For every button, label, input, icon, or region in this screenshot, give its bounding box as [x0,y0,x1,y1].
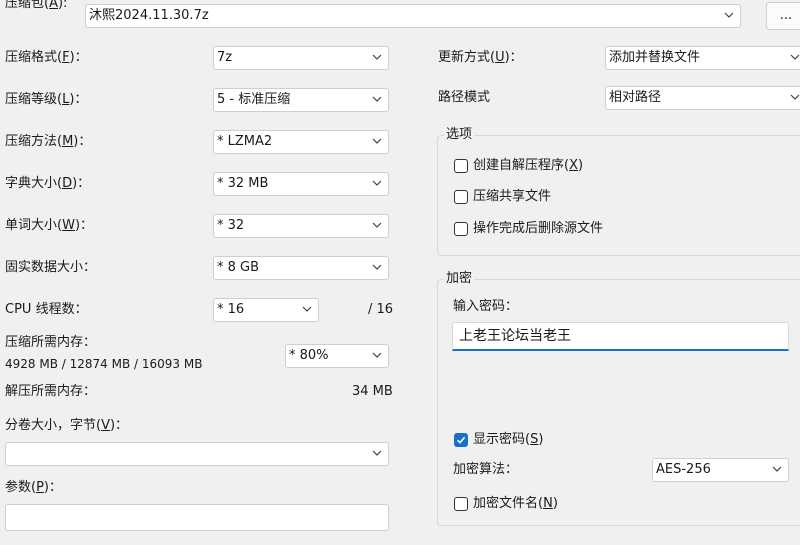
format-select[interactable]: 7z [213,46,389,70]
threads-label: CPU 线程数： [5,302,88,317]
chevron-down-icon[interactable] [790,52,800,62]
delete-source-label[interactable]: 操作完成后删除源文件 [473,220,603,238]
archive-label: 压缩包(A): [5,0,68,11]
dict-value: * 32 MB [217,176,269,191]
chevron-down-icon[interactable] [372,136,382,146]
encryption-title: 加密 [444,271,475,287]
mem-decompress-label: 解压所需内存： [5,384,97,399]
solid-value: * 8 GB [217,260,260,275]
browse-button[interactable]: ... [766,2,800,30]
solid-label: 固实数据大小： [5,260,97,275]
dict-select[interactable]: * 32 MB [213,172,389,196]
options-title: 选项 [444,127,475,143]
level-label: 压缩等级(L)： [5,92,88,107]
word-select[interactable]: * 32 [213,214,389,238]
update-select[interactable]: 添加并替换文件 [605,46,800,70]
threads-value: * 16 [217,302,245,317]
level-select[interactable]: 5 - 标准压缩 [213,88,389,112]
update-label: 更新方式(U)： [438,50,523,65]
format-label: 压缩格式(F)： [5,50,88,65]
encrypt-names-checkbox[interactable] [454,497,468,511]
shared-files-label[interactable]: 压缩共享文件 [473,188,551,206]
checkmark-icon [456,436,466,444]
show-password-label[interactable]: 显示密码(S) [473,431,543,449]
dict-label: 字典大小(D)： [5,176,91,191]
params-input[interactable] [5,504,389,531]
mem-percent-select[interactable]: * 80% [285,344,389,368]
path-mode-value: 相对路径 [609,90,662,105]
shared-files-checkbox[interactable] [454,190,468,204]
method-select[interactable]: * LZMA2 [213,130,389,154]
mem-decompress-value: 34 MB [352,384,393,399]
volume-combobox[interactable] [5,442,389,466]
method-label: 压缩方法(M)： [5,134,92,149]
sfx-checkbox[interactable] [454,159,468,173]
params-label: 参数(P)： [5,480,62,495]
chevron-down-icon[interactable] [372,94,382,104]
chevron-down-icon[interactable] [772,464,782,474]
encrypt-names-label[interactable]: 加密文件名(N) [473,495,558,513]
mem-compress-label: 压缩所需内存： [5,335,97,350]
password-input[interactable]: 上老王论坛当老王 [452,322,789,351]
word-label: 单词大小(W)： [5,218,94,233]
update-value: 添加并替换文件 [609,50,701,65]
archive-path-value: 沐熙2024.11.30.7z [89,8,209,23]
mem-compress-detail: 4928 MB / 12874 MB / 16093 MB [5,357,203,371]
chevron-down-icon[interactable] [372,448,382,458]
chevron-down-icon[interactable] [724,10,734,20]
show-password-checkbox[interactable] [454,433,468,447]
level-value: 5 - 标准压缩 [217,92,291,107]
archive-path-combobox[interactable]: 沐熙2024.11.30.7z [85,4,741,28]
volume-label: 分卷大小，字节(V)： [5,418,129,433]
chevron-down-icon[interactable] [790,92,800,102]
encrypt-method-label: 加密算法： [453,462,519,477]
encrypt-method-select[interactable]: AES-256 [652,458,789,482]
sfx-label[interactable]: 创建自解压程序(X) [473,157,583,175]
encrypt-method-value: AES-256 [656,462,711,477]
delete-source-checkbox[interactable] [454,222,468,236]
chevron-down-icon[interactable] [372,178,382,188]
password-label: 输入密码： [453,299,519,314]
path-mode-select[interactable]: 相对路径 [605,86,800,110]
chevron-down-icon[interactable] [302,304,312,314]
format-value: 7z [217,50,233,65]
chevron-down-icon[interactable] [372,52,382,62]
mem-percent-value: * 80% [289,348,329,363]
solid-select[interactable]: * 8 GB [213,256,389,280]
word-value: * 32 [217,218,245,233]
method-value: * LZMA2 [217,134,273,149]
chevron-down-icon[interactable] [372,220,382,230]
chevron-down-icon[interactable] [372,350,382,360]
threads-select[interactable]: * 16 [213,298,319,322]
encryption-group [437,279,800,526]
threads-max: / 16 [368,302,394,317]
path-mode-label: 路径模式 [438,90,491,105]
chevron-down-icon[interactable] [372,262,382,272]
